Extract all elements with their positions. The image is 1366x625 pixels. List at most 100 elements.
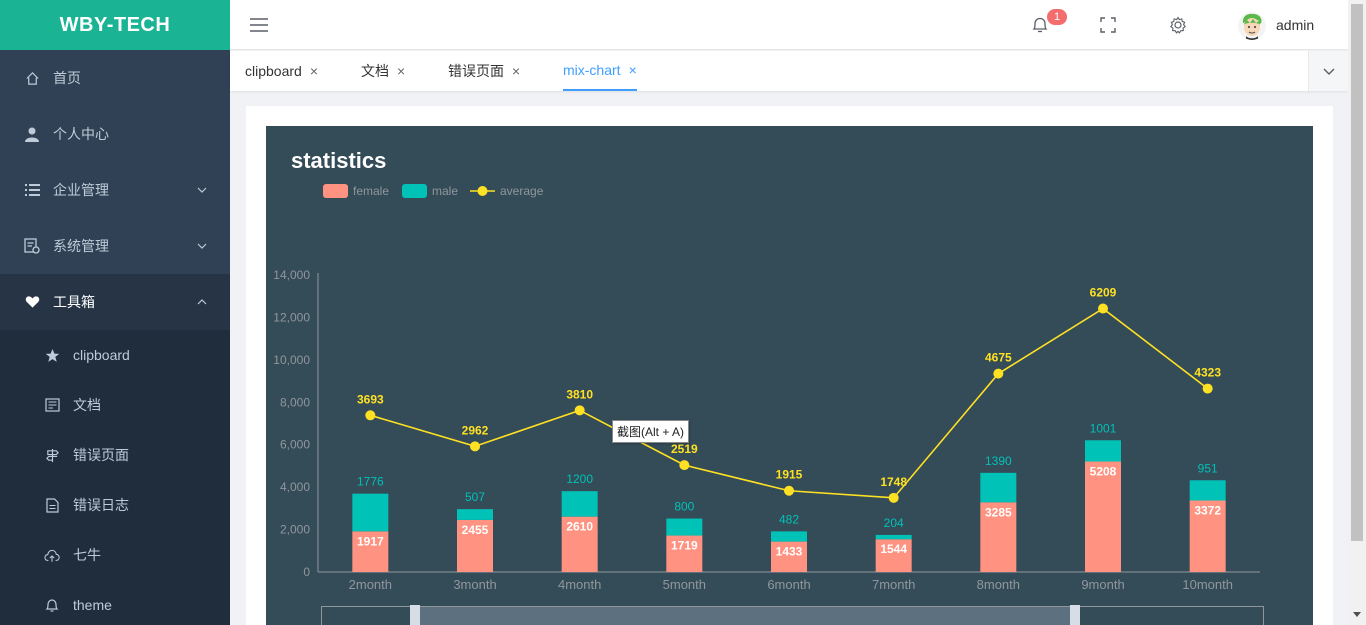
sidebar-item-error-page[interactable]: 错误页面 [0, 430, 230, 480]
fullscreen-icon[interactable] [1098, 15, 1118, 35]
point-average [993, 368, 1004, 379]
sidebar-item-theme[interactable]: theme [0, 580, 230, 625]
document-icon [44, 397, 60, 413]
data-label-female: 1433 [776, 545, 803, 559]
sidebar-item-toolbox[interactable]: 工具箱 [0, 274, 230, 330]
data-label-female: 1917 [357, 534, 384, 548]
chevron-down-icon [197, 243, 207, 249]
data-label-average: 2519 [671, 442, 698, 456]
system-icon [24, 238, 40, 254]
tab-label: 错误页面 [448, 63, 504, 79]
sidebar-item-label: 系统管理 [53, 238, 109, 254]
data-label-male: 800 [674, 500, 694, 514]
sidebar-item-system[interactable]: 系统管理 [0, 218, 230, 274]
tab-label: 文档 [361, 63, 389, 79]
y-tick-label: 14,000 [273, 268, 310, 282]
page-scrollbar[interactable] [1348, 0, 1366, 625]
app-logo[interactable]: WBY-TECH [0, 0, 230, 50]
sidebar-item-error-log[interactable]: 错误日志 [0, 480, 230, 530]
data-label-male: 482 [779, 512, 799, 526]
sidebar-item-docs[interactable]: 文档 [0, 380, 230, 430]
data-label-male: 1776 [357, 475, 384, 489]
x-tick-label: 6month [767, 577, 810, 592]
y-tick-label: 6,000 [280, 438, 310, 452]
sidebar-item-enterprise[interactable]: 企业管理 [0, 162, 230, 218]
legend-label-average: average [500, 184, 544, 198]
chevron-down-icon [1323, 68, 1334, 75]
notification-badge: 1 [1047, 9, 1067, 25]
screenshot-tooltip: 截图(Alt + A) [612, 420, 690, 443]
data-label-average: 4675 [985, 351, 1012, 365]
data-label-female: 2610 [566, 520, 593, 534]
bar-male [352, 493, 389, 532]
legend-label-female: female [353, 184, 389, 198]
sidebar-item-clipboard[interactable]: clipboard [0, 330, 230, 380]
point-average [784, 485, 794, 496]
close-icon[interactable]: × [629, 62, 637, 78]
data-label-male: 204 [884, 516, 904, 530]
tags-view: clipboard × 文档 × 错误页面 × mix-chart × [230, 51, 1348, 91]
cloud-upload-icon [44, 547, 60, 563]
sidebar-item-label: theme [73, 597, 112, 613]
hamburger-icon[interactable] [250, 17, 268, 33]
bar-male [561, 491, 598, 517]
sidebar-item-label: 企业管理 [53, 182, 109, 198]
data-label-average: 4323 [1194, 366, 1221, 380]
username[interactable]: admin [1276, 17, 1314, 33]
tabs-more-button[interactable] [1308, 51, 1348, 91]
close-icon[interactable]: × [310, 63, 318, 79]
x-tick-label: 2month [349, 577, 392, 592]
data-label-male: 1001 [1090, 421, 1117, 435]
toolbox-submenu: clipboard 文档 错误页面 错误日志 七牛 theme [0, 330, 230, 625]
bar-male [666, 518, 703, 536]
chart-svg: statistics female male average 0 2,000 4,000 6,… [273, 148, 1264, 625]
bar-male [980, 472, 1017, 503]
close-icon[interactable]: × [512, 63, 520, 79]
sidebar-item-label: 错误页面 [73, 447, 129, 463]
star-icon [44, 347, 60, 363]
data-label-female: 3372 [1194, 503, 1221, 517]
x-tick-label: 8month [977, 577, 1020, 592]
sidebar-item-label: 七牛 [73, 547, 101, 563]
legend-marker-average [477, 186, 488, 196]
tab-error-page[interactable]: 错误页面 × [448, 51, 520, 91]
data-label-female: 2455 [462, 523, 489, 537]
bar-male [875, 534, 912, 540]
sidebar-item-label: 工具箱 [53, 294, 95, 310]
scroll-down-arrow-icon[interactable] [1353, 612, 1361, 617]
signpost-icon [44, 447, 60, 463]
y-tick-label: 2,000 [280, 523, 310, 537]
close-icon[interactable]: × [397, 63, 405, 79]
tab-clipboard[interactable]: clipboard × [245, 51, 318, 91]
point-average [888, 492, 899, 503]
settings-gear-icon[interactable] [1168, 15, 1188, 35]
list-icon [24, 182, 40, 198]
top-navbar: 1 admin [230, 0, 1348, 50]
tab-label: mix-chart [563, 62, 621, 78]
x-tick-label: 9month [1081, 577, 1124, 592]
data-label-male: 1200 [566, 472, 593, 486]
scrollbar-thumb[interactable] [1351, 4, 1363, 541]
x-tick-label: 10month [1182, 577, 1233, 592]
point-average [1098, 303, 1108, 314]
data-label-average: 2962 [462, 423, 489, 437]
data-label-male: 507 [465, 490, 485, 504]
sidebar-item-qiniu[interactable]: 七牛 [0, 530, 230, 580]
sidebar-item-profile[interactable]: 个人中心 [0, 106, 230, 162]
bell-icon [44, 597, 60, 613]
avatar[interactable] [1238, 12, 1266, 40]
tab-docs[interactable]: 文档 × [361, 51, 405, 91]
x-tick-label: 3month [453, 577, 496, 592]
sidebar-item-home[interactable]: 首页 [0, 50, 230, 106]
sidebar-item-label: clipboard [73, 347, 130, 363]
point-average [1202, 383, 1213, 394]
home-icon [24, 70, 40, 86]
log-icon [44, 497, 60, 513]
data-label-average: 1915 [776, 468, 803, 482]
chevron-down-icon [197, 187, 207, 193]
legend-swatch-male [402, 184, 427, 198]
data-label-male: 1390 [985, 454, 1012, 468]
tab-mix-chart[interactable]: mix-chart × [563, 51, 637, 91]
y-tick-label: 12,000 [273, 310, 310, 324]
y-tick-label: 8,000 [280, 395, 310, 409]
